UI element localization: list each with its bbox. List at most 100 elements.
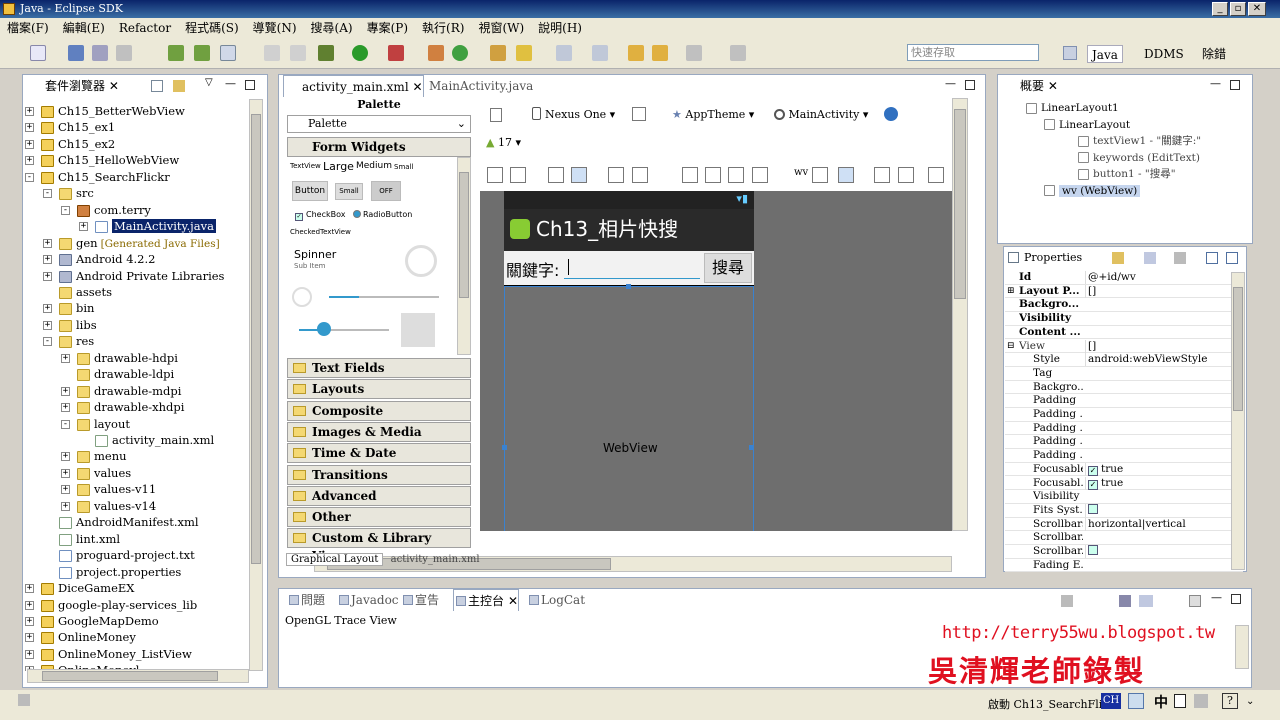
widget-button[interactable]: Button <box>292 181 328 201</box>
tree-item[interactable]: proguard-project.txt <box>59 547 195 563</box>
new-package-icon[interactable] <box>428 45 444 61</box>
help-icon[interactable]: ? <box>1222 693 1238 709</box>
activity-selector[interactable]: MainActivity ▾ <box>774 106 868 124</box>
collapse-icon[interactable]: - <box>25 172 34 182</box>
layout-tool-icon[interactable] <box>571 167 587 183</box>
advanced-properties-icon[interactable] <box>1174 252 1186 264</box>
open-perspective-icon[interactable] <box>1063 46 1077 60</box>
menu-item-7[interactable]: 執行(R) <box>415 19 471 36</box>
tree-item[interactable]: + values-v11 <box>61 481 156 497</box>
property-value[interactable]: horizontal|vertical <box>1085 517 1215 531</box>
outline-node[interactable]: textView1 - "關鍵字:" <box>1078 133 1201 149</box>
property-value[interactable]: [] <box>1085 284 1215 298</box>
palette-category[interactable]: Images & Media <box>287 421 471 442</box>
minimize-view-icon[interactable]: — <box>225 77 236 90</box>
menu-item-0[interactable]: 檔案(F) <box>0 19 56 36</box>
collapse-icon[interactable]: ⊟ <box>1007 340 1015 353</box>
last-edit-icon[interactable] <box>686 45 702 61</box>
new-class-icon[interactable] <box>452 45 468 61</box>
palette-category[interactable]: Other <box>287 507 471 528</box>
outline-node[interactable]: LinearLayout1 <box>1026 100 1119 116</box>
open-type-icon[interactable] <box>264 45 280 61</box>
outline-node[interactable]: LinearLayout <box>1044 117 1130 133</box>
expand-icon[interactable]: + <box>79 222 88 232</box>
checkbox-icon[interactable]: ✓ <box>1088 479 1098 490</box>
collapse-all-properties-icon[interactable] <box>1226 252 1238 264</box>
expand-icon[interactable]: + <box>61 485 70 495</box>
tree-item[interactable]: + values <box>61 465 131 481</box>
palette-category[interactable]: Text Fields <box>287 358 471 378</box>
property-value[interactable] <box>1085 545 1215 558</box>
external-tools-icon[interactable] <box>388 45 404 61</box>
expand-icon[interactable]: + <box>43 320 52 330</box>
palette-category[interactable]: Custom & Library Views <box>287 528 471 563</box>
minimize-console-icon[interactable]: — <box>1211 591 1222 604</box>
expand-icon[interactable]: + <box>25 123 34 133</box>
property-row[interactable]: Focusabl...✓true <box>1005 476 1243 491</box>
locale-icon[interactable] <box>884 107 898 121</box>
restore-button[interactable]: ▫ <box>1230 2 1246 16</box>
tree-item[interactable]: - layout <box>61 416 130 432</box>
expand-icon[interactable]: + <box>43 304 52 314</box>
prev-annotation-icon[interactable] <box>592 45 608 61</box>
menu-item-2[interactable]: Refactor <box>112 21 178 35</box>
property-value[interactable]: @+id/wv <box>1085 271 1215 284</box>
widget-radio-button[interactable]: RadioButton <box>353 210 412 219</box>
tree-item[interactable]: + OnlineMoney_ListView <box>25 646 192 662</box>
expand-icon[interactable]: + <box>61 452 70 462</box>
layout-tool-icon[interactable] <box>874 167 890 183</box>
perspective-debug[interactable]: 除錯 <box>1198 45 1230 63</box>
collapse-icon[interactable]: - <box>61 419 70 429</box>
property-row[interactable]: Backgro...··· <box>1005 381 1243 395</box>
config-icon[interactable] <box>490 108 502 122</box>
layout-tool-icon[interactable] <box>705 167 721 183</box>
expand-icon[interactable]: + <box>25 584 34 594</box>
tree-item[interactable]: + Ch15_ex2 <box>25 136 115 152</box>
expand-icon[interactable]: + <box>25 616 34 626</box>
tree-item[interactable]: + GoogleMapDemo <box>25 613 159 629</box>
android-sdk-icon[interactable] <box>168 45 184 61</box>
new-icon[interactable] <box>30 45 46 61</box>
tree-vertical-scrollbar[interactable] <box>249 99 263 671</box>
tree-item[interactable]: + Ch15_ex1 <box>25 119 115 135</box>
maximize-view-icon[interactable] <box>245 80 255 90</box>
console-tab[interactable]: 宣告 <box>401 589 439 611</box>
widget-spinner[interactable]: Spinner <box>294 248 336 261</box>
expand-all-icon[interactable] <box>1206 252 1218 264</box>
palette-scrollbar[interactable] <box>457 157 471 355</box>
layout-tool-icon[interactable] <box>752 167 768 183</box>
expand-icon[interactable]: + <box>61 353 70 363</box>
palette-dropdown[interactable]: Palette ⌄ <box>287 115 471 133</box>
expand-icon[interactable]: + <box>25 139 34 149</box>
widget-checkbox[interactable]: ✓ CheckBox <box>295 210 345 221</box>
fast-view-icon[interactable] <box>18 694 30 706</box>
tree-item[interactable]: + Ch15_BetterWebView <box>25 103 185 119</box>
expand-icon[interactable]: + <box>25 107 34 116</box>
device-selector[interactable]: Nexus One ▾ <box>532 106 615 124</box>
widget-toggle-button[interactable]: OFF <box>371 181 401 201</box>
display-console-icon[interactable] <box>1061 595 1073 607</box>
tree-item[interactable]: lint.xml <box>59 531 120 547</box>
webview[interactable]: WebView <box>502 284 754 531</box>
outline-node[interactable]: button1 - "搜尋" <box>1078 166 1176 182</box>
ime-menu-icon[interactable]: ⌄ <box>1246 696 1254 707</box>
theme-selector[interactable]: ★ AppTheme ▾ <box>672 106 754 124</box>
menu-item-6[interactable]: 專案(P) <box>360 19 415 36</box>
widget-seekbar[interactable] <box>299 329 389 331</box>
layout-tool-icon[interactable] <box>728 167 744 183</box>
tree-item[interactable]: + menu <box>61 448 127 464</box>
keyboard-icon[interactable] <box>1194 694 1208 708</box>
tree-item[interactable]: + libs <box>43 317 97 333</box>
property-value[interactable]: android:webViewStyle <box>1085 353 1215 367</box>
tree-item[interactable]: + Android 4.2.2 <box>43 251 155 267</box>
perspective-java[interactable]: Java <box>1087 45 1123 63</box>
collapse-icon[interactable]: - <box>61 205 70 215</box>
search-icon[interactable] <box>516 45 532 61</box>
menu-item-3[interactable]: 程式碼(S) <box>178 19 246 36</box>
tree-item[interactable]: + MainActivity.java <box>79 218 216 234</box>
expand-icon[interactable]: ⊞ <box>1007 285 1015 298</box>
sort-icon[interactable] <box>1112 252 1124 264</box>
properties-scrollbar[interactable] <box>1231 272 1245 570</box>
open-type-hierarchy-icon[interactable] <box>490 45 506 61</box>
tree-item[interactable]: - src <box>43 185 94 201</box>
